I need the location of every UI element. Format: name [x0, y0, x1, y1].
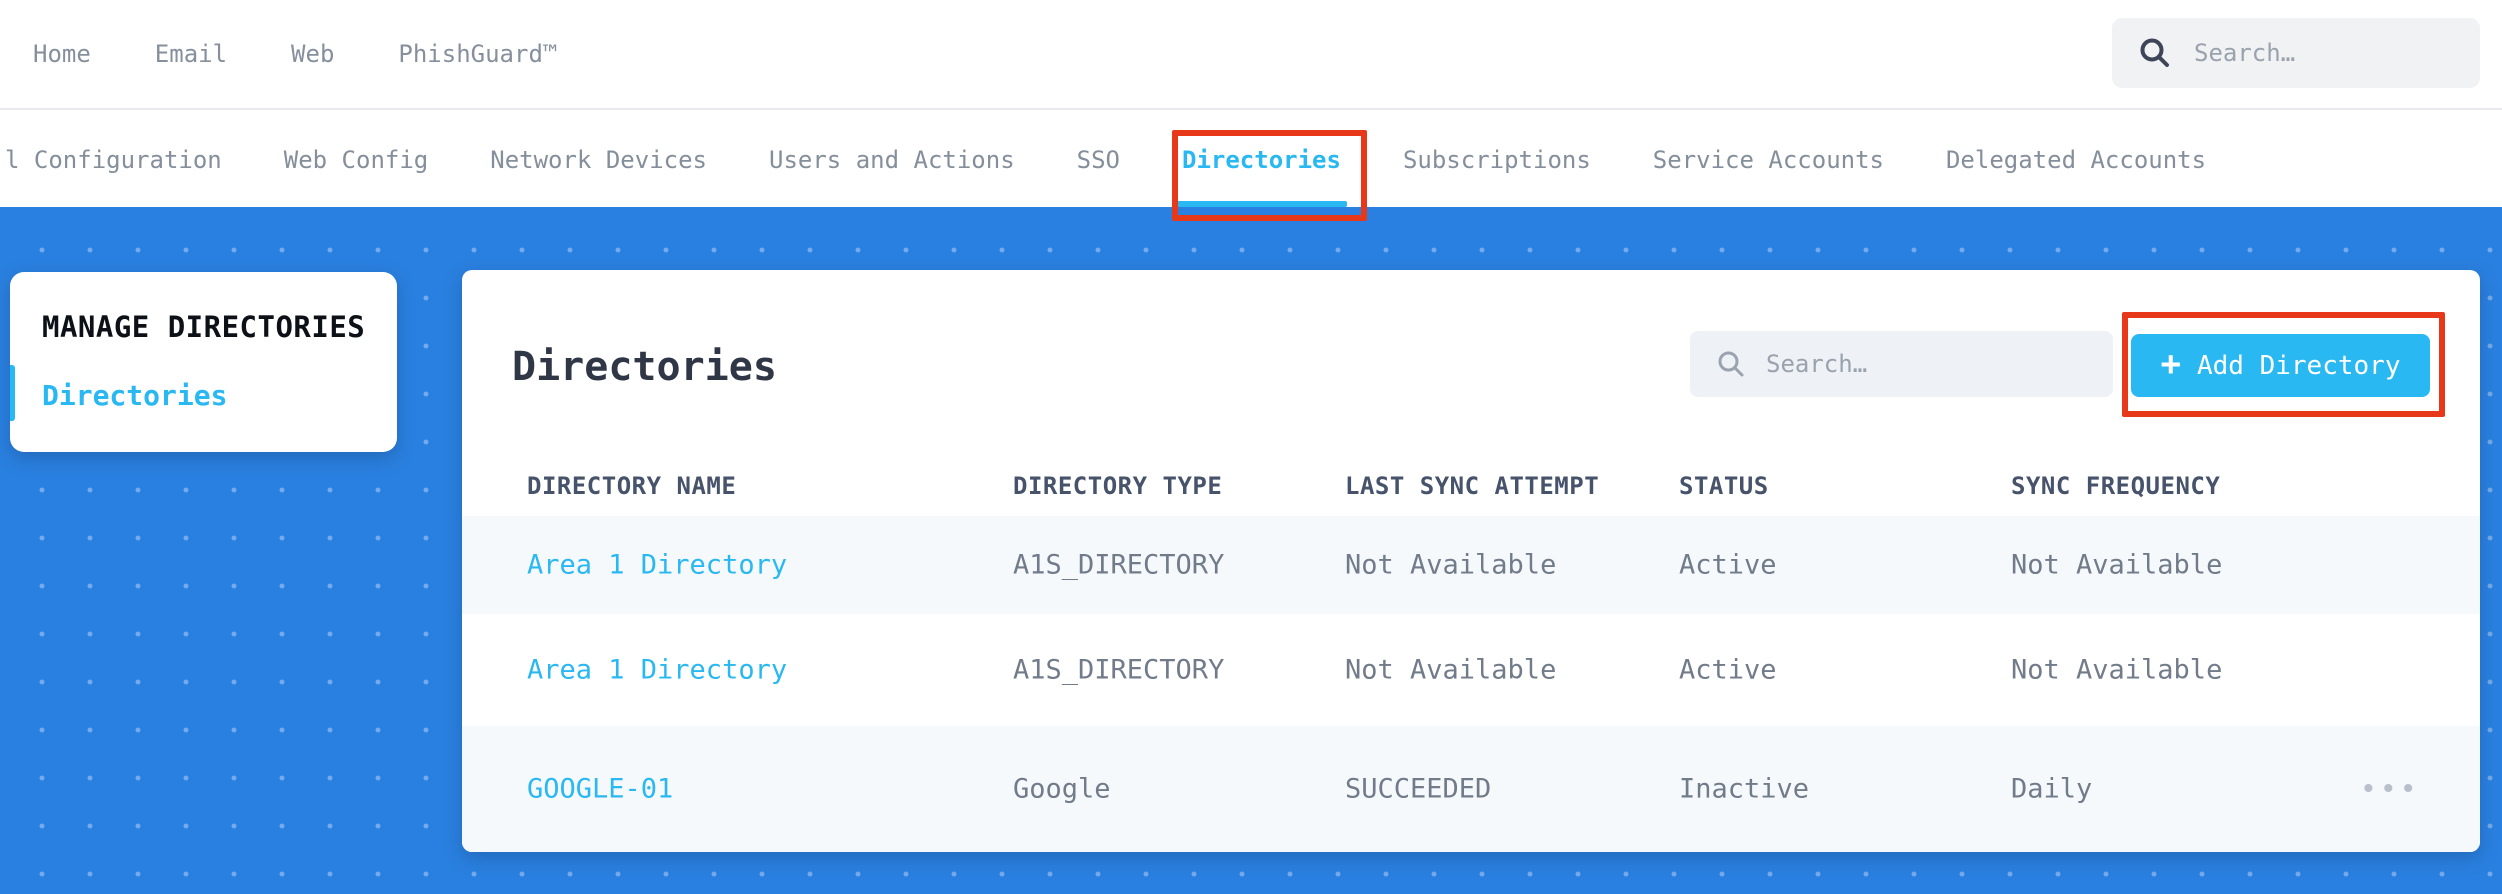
directory-type-value: A1S_DIRECTORY	[1013, 549, 1225, 581]
tab-sso[interactable]: SSO	[1077, 112, 1120, 207]
sidebar-card: MANAGE DIRECTORIES Directories	[10, 272, 397, 452]
search-icon	[2140, 38, 2169, 67]
status-value: Active	[1679, 654, 1777, 686]
sidebar-heading: MANAGE DIRECTORIES	[42, 310, 366, 344]
last-sync-value: Not Available	[1345, 549, 1557, 581]
directory-type-value: Google	[1013, 773, 1111, 805]
table-row: GOOGLE-01 Google SUCCEEDED Inactive Dail…	[462, 726, 2480, 852]
directory-name-link[interactable]: Area 1 Directory	[527, 655, 787, 686]
directories-search-box[interactable]	[1690, 331, 2113, 397]
tab-directories[interactable]: Directories	[1176, 112, 1347, 207]
last-sync-value: SUCCEEDED	[1345, 773, 1492, 805]
tab-network-devices[interactable]: Network Devices	[490, 112, 707, 207]
column-header-directory-type: DIRECTORY TYPE	[1013, 471, 1223, 500]
column-header-directory-name: DIRECTORY NAME	[527, 471, 737, 500]
directory-type-value: A1S_DIRECTORY	[1013, 654, 1225, 686]
add-directory-label: Add Directory	[2196, 350, 2401, 381]
tab-web-config[interactable]: Web Config	[284, 112, 429, 207]
directories-table: DIRECTORY NAME DIRECTORY TYPE LAST SYNC …	[462, 455, 2480, 852]
status-value: Inactive	[1679, 773, 1810, 805]
global-search-box[interactable]	[2112, 18, 2480, 88]
directory-name-link[interactable]: Area 1 Directory	[527, 550, 787, 581]
directories-search-input[interactable]	[1766, 350, 2113, 378]
sidebar-active-indicator	[10, 365, 15, 421]
tab-email-configuration[interactable]: l Configuration	[5, 112, 222, 207]
page-title: Directories	[512, 344, 777, 390]
directory-name-link[interactable]: GOOGLE-01	[527, 774, 673, 805]
row-menu-ellipsis-icon[interactable]: •••	[2360, 773, 2420, 806]
directories-panel: Directories + Add Directory DIRECTORY NA…	[462, 270, 2480, 852]
column-header-last-sync-attempt: LAST SYNC ATTEMPT	[1345, 471, 1600, 500]
last-sync-value: Not Available	[1345, 654, 1557, 686]
settings-tab-bar: l Configuration Web Config Network Devic…	[0, 112, 2502, 207]
sync-frequency-value: Daily	[2011, 773, 2093, 805]
column-header-sync-frequency: SYNC FREQUENCY	[2011, 471, 2221, 500]
nav-item-phishguard[interactable]: PhishGuard™	[398, 40, 557, 68]
tab-subscriptions[interactable]: Subscriptions	[1403, 112, 1591, 207]
table-row: Area 1 Directory A1S_DIRECTORY Not Avail…	[462, 516, 2480, 614]
sidebar-item-directories[interactable]: Directories	[42, 379, 227, 412]
column-header-status: STATUS	[1679, 471, 1769, 500]
tab-users-and-actions[interactable]: Users and Actions	[769, 112, 1015, 207]
content-area: MANAGE DIRECTORIES Directories Directori…	[0, 207, 2502, 894]
status-value: Active	[1679, 549, 1777, 581]
search-icon	[1718, 351, 1744, 377]
tab-service-accounts[interactable]: Service Accounts	[1653, 112, 1884, 207]
sync-frequency-value: Not Available	[2011, 549, 2223, 581]
top-nav-bar: Home Email Web PhishGuard™	[0, 0, 2502, 110]
nav-item-web[interactable]: Web	[291, 40, 334, 68]
add-directory-button[interactable]: + Add Directory	[2131, 334, 2430, 397]
plus-icon: +	[2160, 344, 2181, 384]
global-search-input[interactable]	[2194, 39, 2480, 67]
tab-delegated-accounts[interactable]: Delegated Accounts	[1946, 112, 2206, 207]
nav-item-email[interactable]: Email	[155, 40, 227, 68]
sync-frequency-value: Not Available	[2011, 654, 2223, 686]
table-header-row: DIRECTORY NAME DIRECTORY TYPE LAST SYNC …	[462, 455, 2480, 516]
table-row: Area 1 Directory A1S_DIRECTORY Not Avail…	[462, 614, 2480, 726]
nav-item-home[interactable]: Home	[33, 40, 91, 68]
